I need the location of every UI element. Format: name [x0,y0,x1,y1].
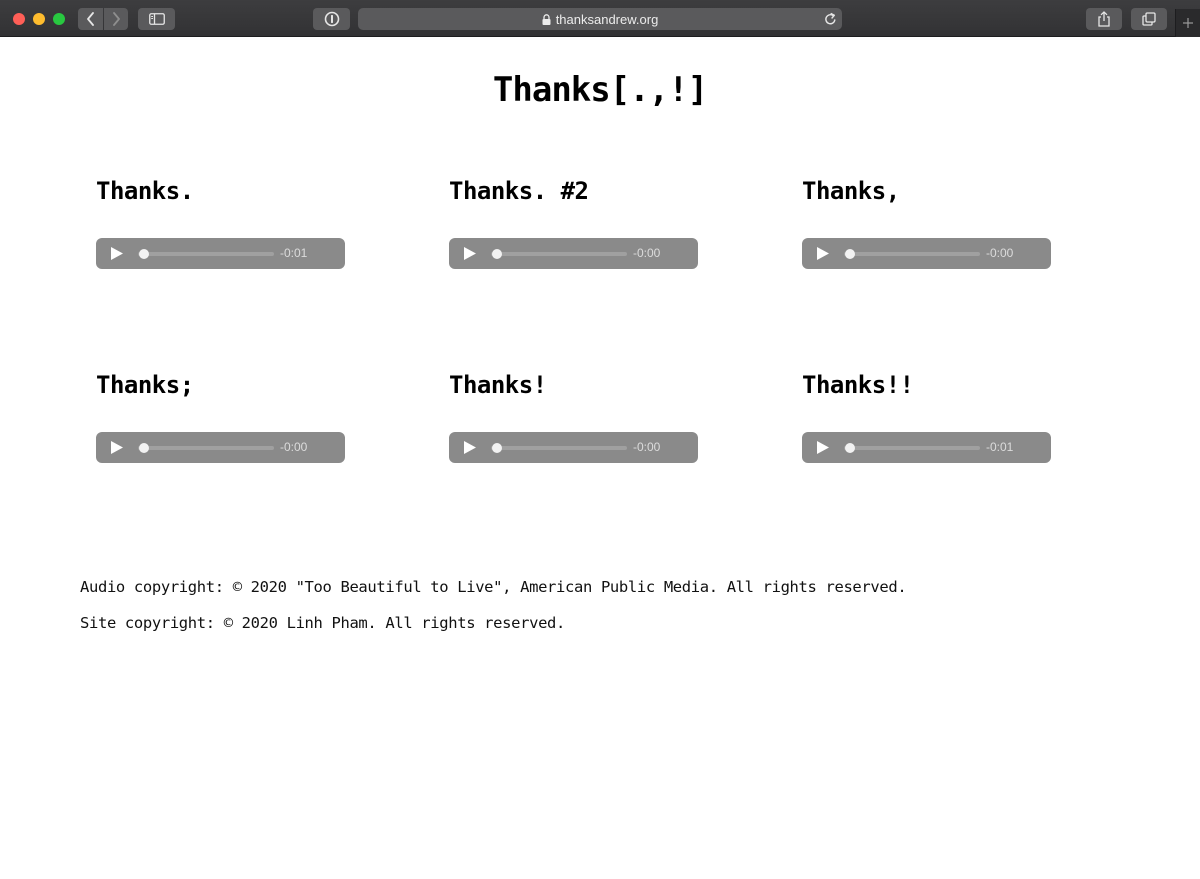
audio-player: -0:01 [802,432,1051,463]
clip-title: Thanks. [96,177,194,205]
url-text: thanksandrew.org [555,11,659,27]
play-icon[interactable] [463,440,477,455]
tab-overview-button[interactable] [1131,8,1167,30]
1password-icon [324,11,339,27]
progress-scrubber[interactable] [492,443,502,453]
progress-scrubber[interactable] [492,249,502,259]
password-manager-button[interactable] [313,8,350,30]
clip-title: Thanks. #2 [449,177,589,205]
clip-title: Thanks!! [802,371,914,399]
address-bar[interactable]: thanksandrew.org [358,8,842,30]
forward-button[interactable] [104,8,128,30]
audio-clip: Thanks. -0:01 [96,177,356,269]
tabs-icon [1142,12,1156,26]
chevron-right-icon [113,12,120,26]
audio-player: -0:01 [96,238,345,269]
progress-track[interactable] [844,446,980,450]
audio-player: -0:00 [449,238,698,269]
time-remaining: -0:00 [633,440,661,454]
audio-player: -0:00 [96,432,345,463]
progress-scrubber[interactable] [139,249,149,259]
clip-title: Thanks; [96,371,194,399]
audio-clip: Thanks; -0:00 [96,371,356,463]
audio-player: -0:00 [802,238,1051,269]
site-copyright: Site copyright: © 2020 Linh Pham. All ri… [80,614,566,632]
zoom-window-button[interactable] [53,13,65,25]
audio-clip: Thanks, -0:00 [802,177,1062,269]
play-icon[interactable] [110,246,124,261]
page-title: Thanks[.,!] [492,70,708,110]
progress-scrubber[interactable] [845,249,855,259]
progress-track[interactable] [138,446,274,450]
new-tab-button[interactable] [1175,9,1200,37]
lock-icon [542,13,551,25]
play-icon[interactable] [110,440,124,455]
minimize-window-button[interactable] [33,13,45,25]
sidebar-button[interactable] [138,8,175,30]
play-icon[interactable] [816,246,830,261]
audio-player: -0:00 [449,432,698,463]
progress-track[interactable] [491,446,627,450]
browser-toolbar: thanksandrew.org [0,0,1200,37]
share-button[interactable] [1086,8,1122,30]
play-icon[interactable] [816,440,830,455]
time-remaining: -0:00 [633,246,661,260]
progress-track[interactable] [844,252,980,256]
clip-title: Thanks, [802,177,900,205]
time-remaining: -0:00 [280,440,308,454]
audio-clip: Thanks!! -0:01 [802,371,1062,463]
clip-title: Thanks! [449,371,547,399]
progress-scrubber[interactable] [845,443,855,453]
reload-icon[interactable] [824,12,837,26]
audio-clip: Thanks! -0:00 [449,371,709,463]
audio-clip: Thanks. #2 -0:00 [449,177,709,269]
share-icon [1098,11,1110,27]
time-remaining: -0:01 [280,246,308,260]
back-button[interactable] [78,8,103,30]
time-remaining: -0:00 [986,246,1014,260]
progress-scrubber[interactable] [139,443,149,453]
progress-track[interactable] [138,252,274,256]
progress-track[interactable] [491,252,627,256]
audio-copyright: Audio copyright: © 2020 "Too Beautiful t… [80,578,907,596]
sidebar-icon [148,13,165,25]
chevron-left-icon [86,12,94,26]
time-remaining: -0:01 [986,440,1014,454]
close-window-button[interactable] [13,13,25,25]
plus-icon [1183,18,1193,28]
play-icon[interactable] [463,246,477,261]
